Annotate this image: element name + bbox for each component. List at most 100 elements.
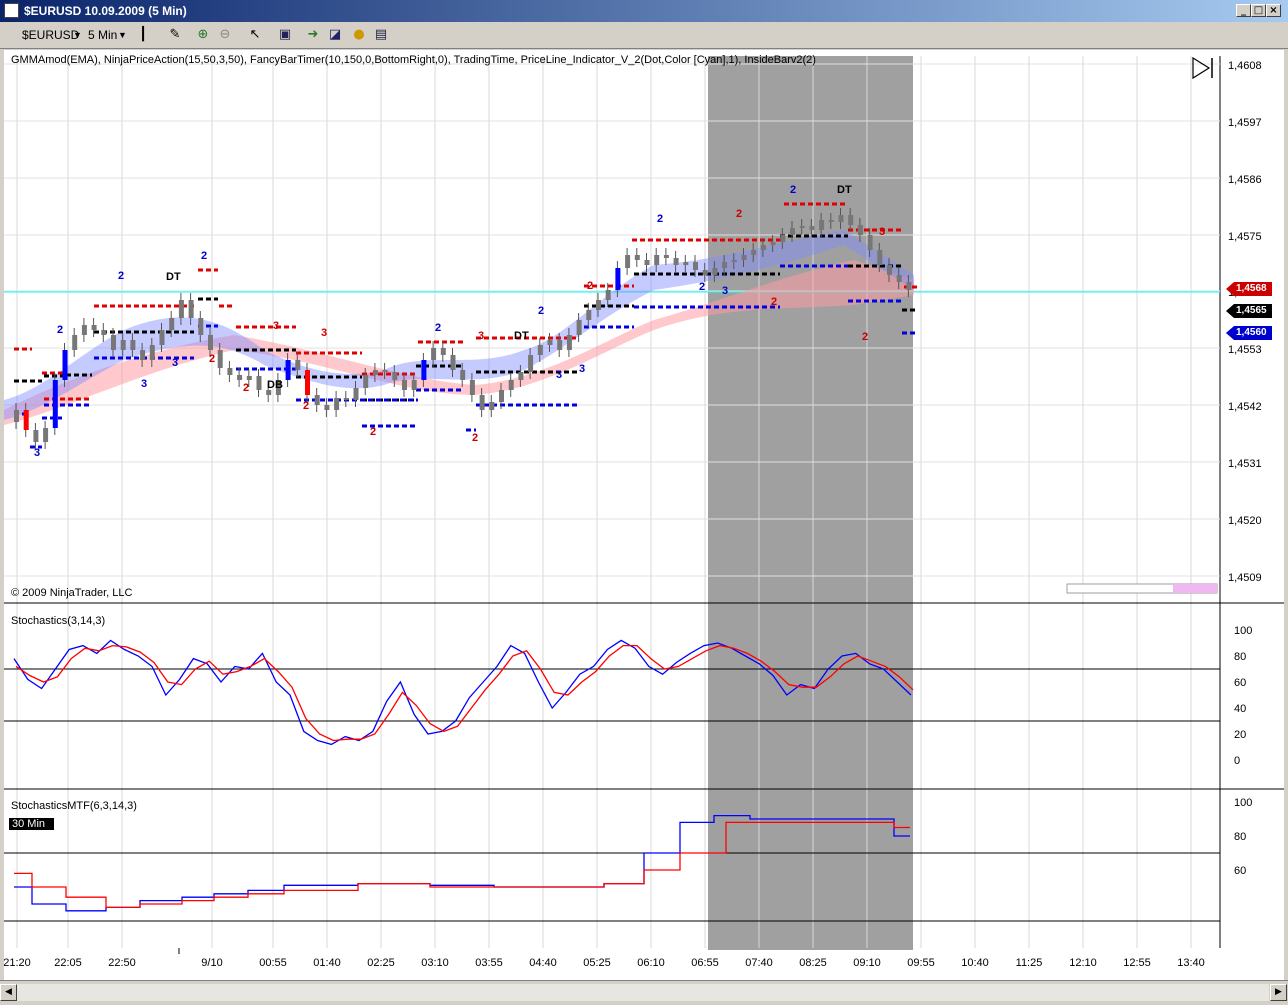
candle-body <box>392 372 398 380</box>
candle-body <box>586 310 592 320</box>
candle-body <box>81 325 87 335</box>
horizontal-scrollbar[interactable]: ◀ ▶ <box>0 980 1288 1005</box>
candle-body <box>460 370 466 380</box>
data-box-icon[interactable]: ➜ <box>304 26 322 44</box>
stoch-tick-label: 40 <box>1234 703 1246 715</box>
scroll-right-button[interactable]: ▶ <box>1270 984 1287 1001</box>
candle-body <box>101 330 107 335</box>
candle-body <box>537 345 543 355</box>
price-tick-label: 1,4542 <box>1228 401 1262 413</box>
indicator-list: GMMAmod(EMA), NinjaPriceAction(15,50,3,5… <box>11 54 816 66</box>
candle-body <box>285 360 291 380</box>
candle-body <box>576 320 582 335</box>
signal-label: DT <box>514 330 529 342</box>
scroll-left-button[interactable]: ◀ <box>0 984 17 1001</box>
signal-label: 2 <box>862 331 868 343</box>
mtf-tick-label: 80 <box>1234 831 1246 843</box>
candle-body <box>402 380 407 390</box>
candle-body <box>111 335 116 350</box>
order-icon[interactable]: ▤ <box>372 26 390 44</box>
time-tick-label: 21:20 <box>4 957 31 969</box>
minimize-button[interactable]: _ <box>1236 4 1251 17</box>
signal-label: 2 <box>201 250 207 262</box>
time-tick-label: 06:55 <box>691 957 719 969</box>
candle-body <box>838 215 844 222</box>
candle-body <box>731 260 737 262</box>
candle-body <box>469 380 475 395</box>
candle-body <box>566 335 572 350</box>
zoom-out-icon[interactable]: ⊖ <box>216 26 234 44</box>
time-tick-label: 03:55 <box>475 957 503 969</box>
candle-body <box>722 262 728 268</box>
candle-body <box>596 300 601 310</box>
mtf-tick-label: 60 <box>1234 865 1246 877</box>
candle-body <box>33 430 39 442</box>
candle-body <box>440 348 446 355</box>
zoom-in-icon[interactable]: ⊕ <box>194 26 212 44</box>
candle-body <box>780 235 786 242</box>
maximize-button[interactable]: □ <box>1251 4 1266 17</box>
candle-body <box>896 275 902 282</box>
time-tick-label: 06:10 <box>637 957 665 969</box>
stoch-tick-label: 60 <box>1234 677 1246 689</box>
candle-body <box>227 368 233 375</box>
price-tick-label: 1,4575 <box>1228 231 1262 243</box>
cursor-icon[interactable]: ↖ <box>246 26 264 44</box>
copyright-label: © 2009 NinjaTrader, LLC <box>11 587 133 599</box>
chart-canvas[interactable]: 21:20 22:05 22:50 9/10 00:55 01:40 02:25 03:10 0… <box>4 50 1284 980</box>
price-tick-label: 1,4608 <box>1228 60 1262 72</box>
candle-body <box>217 350 223 368</box>
time-tick-label: 12:55 <box>1123 957 1151 969</box>
signal-label: 2 <box>435 322 441 334</box>
candle-body <box>479 395 485 410</box>
candle-body <box>809 226 815 230</box>
close-button[interactable]: × <box>1266 4 1281 17</box>
stoch-tick-label: 80 <box>1234 651 1246 663</box>
time-tick-label: 04:40 <box>529 957 557 969</box>
time-tick-label: 03:10 <box>421 957 449 969</box>
candle-body <box>857 225 863 235</box>
interval-selector[interactable]: 5 Min <box>88 25 117 45</box>
scroll-to-end-icon[interactable] <box>1192 56 1216 80</box>
candle-body <box>198 318 204 335</box>
window-title: $EURUSD 10.09.2009 (5 Min) <box>24 4 187 18</box>
time-tick-label: 9/10 <box>201 957 222 969</box>
time-tick-label: 09:55 <box>907 957 935 969</box>
price-tick-label: 1,4531 <box>1228 458 1262 470</box>
signal-label: 3 <box>273 320 279 332</box>
candle-body <box>178 300 184 318</box>
signal-label: 2 <box>243 382 249 394</box>
candle-body <box>828 220 834 222</box>
time-tick-label: 02:25 <box>367 957 395 969</box>
properties-icon[interactable]: ▣ <box>276 26 294 44</box>
chevron-down-icon[interactable]: ▼ <box>118 25 127 45</box>
candle-body <box>237 375 243 380</box>
candle-body <box>43 428 49 442</box>
candle-body <box>799 226 805 228</box>
scroll-track[interactable] <box>17 984 1269 1001</box>
chevron-down-icon[interactable]: ▼ <box>73 25 82 45</box>
candle-body <box>673 258 679 265</box>
candle-body <box>62 350 68 380</box>
bar-timer-progress <box>1173 584 1217 593</box>
signal-label: 2 <box>790 184 796 196</box>
chart-trader-icon[interactable]: ◪ <box>326 26 344 44</box>
draw-pencil-icon[interactable]: ✎ <box>166 26 184 44</box>
signal-label: 3 <box>34 447 40 459</box>
time-tick-label: 22:50 <box>108 957 136 969</box>
signal-label: 2 <box>303 400 309 412</box>
currency-icon[interactable]: ● <box>350 26 368 44</box>
price-tick-label: 1,4520 <box>1228 515 1262 527</box>
signal-label: 2 <box>587 280 593 292</box>
candle-body <box>741 255 747 260</box>
chart-area[interactable]: 21:20 22:05 22:50 9/10 00:55 01:40 02:25 03:10 0… <box>4 50 1284 980</box>
candlestick-icon[interactable]: ┃ <box>134 26 152 44</box>
candle-body <box>693 262 698 270</box>
candle-body <box>91 325 97 330</box>
candle-body <box>52 380 58 428</box>
instrument-selector[interactable]: $EURUSD <box>22 25 79 45</box>
signal-label: 2 <box>657 213 663 225</box>
price-tick-label: 1,4509 <box>1228 572 1262 584</box>
candle-body <box>790 228 795 235</box>
signal-label: 3 <box>141 378 147 390</box>
